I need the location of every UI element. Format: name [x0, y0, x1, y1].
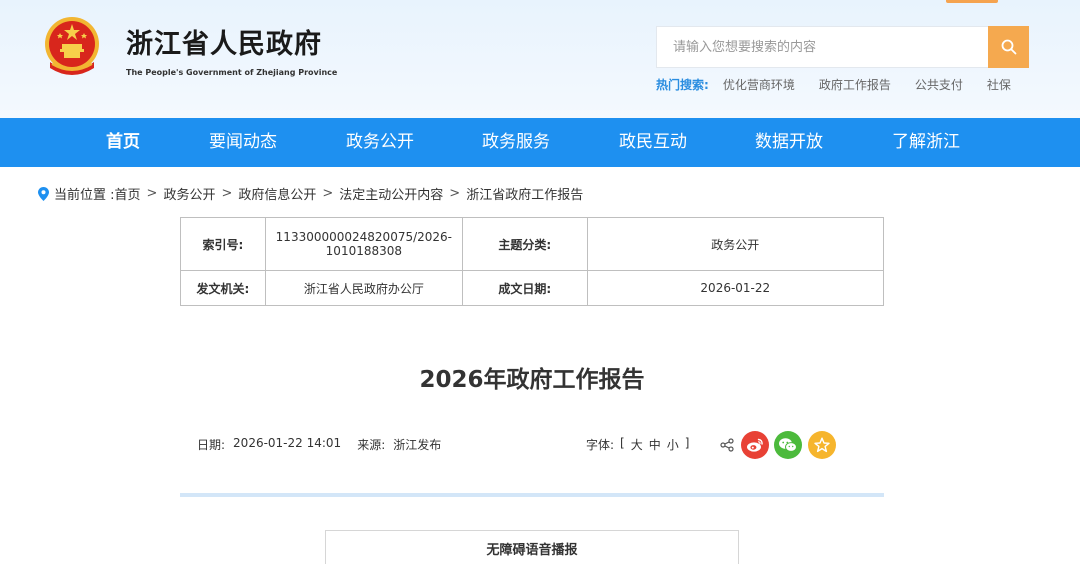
location-pin-icon	[38, 186, 49, 201]
hot-search-link[interactable]: 社保	[987, 76, 1011, 93]
wechat-icon	[779, 438, 797, 452]
nav-item-open-data[interactable]: 数据开放	[755, 118, 823, 167]
site-name[interactable]: 浙江省人民政府	[126, 22, 322, 61]
weibo-icon	[747, 438, 763, 452]
breadcrumb-separator: >	[221, 186, 233, 201]
table-row: 发文机关: 浙江省人民政府办公厅 成文日期: 2026-01-22	[180, 270, 885, 306]
share-icon[interactable]	[720, 438, 734, 452]
site-header: 浙江省人民政府 The People's Government of Zheji…	[0, 0, 1080, 118]
font-size-bracket-close: ]	[684, 436, 690, 450]
breadcrumb: 当前位置 : 首页 > 政务公开 > 政府信息公开 > 法定主动公开内容 > 浙…	[38, 184, 583, 203]
font-size-large-button[interactable]: 大	[631, 436, 643, 453]
breadcrumb-prefix: 当前位置 :	[54, 188, 115, 203]
search-box	[656, 26, 988, 68]
topic-category-label: 主题分类:	[461, 217, 588, 271]
search-icon	[1001, 39, 1016, 55]
article-meta: 日期: 2026-01-22 14:01 来源: 浙江发布	[197, 436, 441, 453]
breadcrumb-item[interactable]: 政府信息公开	[238, 184, 316, 203]
nav-item-gov-affairs-open[interactable]: 政务公开	[346, 118, 414, 167]
breadcrumb-item[interactable]: 首页	[115, 184, 141, 203]
main-nav: 首页 要闻动态 政务公开 政务服务 政民互动 数据开放 了解浙江	[0, 118, 1080, 167]
issuing-authority-value: 浙江省人民政府办公厅	[264, 270, 463, 306]
publish-date-label: 日期:	[197, 438, 226, 452]
document-date-value: 2026-01-22	[586, 270, 885, 306]
font-size-bracket-open: [	[620, 436, 625, 450]
issuing-authority-label: 发文机关:	[180, 270, 266, 306]
breadcrumb-separator: >	[146, 186, 158, 201]
site-name-en: The People's Government of Zhejiang Prov…	[126, 68, 338, 77]
national-emblem-icon[interactable]	[40, 14, 104, 80]
nav-item-about-zhejiang[interactable]: 了解浙江	[892, 118, 960, 167]
breadcrumb-item[interactable]: 浙江省政府工作报告	[466, 184, 583, 203]
share-weibo-button[interactable]	[741, 431, 769, 459]
breadcrumb-item[interactable]: 政务公开	[163, 184, 215, 203]
hot-search-row: 热门搜索: 优化营商环境 政府工作报告 公共支付 社保	[656, 76, 1035, 93]
breadcrumb-separator: >	[322, 186, 334, 201]
font-size-medium-button[interactable]: 中	[649, 436, 661, 453]
publish-date-value: 2026-01-22 14:01	[233, 436, 342, 450]
font-size-control: 字体: [ 大 中 小 ]	[586, 436, 689, 453]
hot-search-link[interactable]: 政府工作报告	[819, 76, 891, 93]
page: 浙江省人民政府 The People's Government of Zheji…	[0, 0, 1080, 564]
top-tab-marker[interactable]	[946, 0, 998, 3]
topic-category-value: 政务公开	[586, 217, 885, 271]
breadcrumb-item[interactable]: 法定主动公开内容	[339, 184, 443, 203]
share-wechat-button[interactable]	[774, 431, 802, 459]
nav-item-news[interactable]: 要闻动态	[209, 118, 277, 167]
table-row: 索引号: 113300000024820075/2026-1010188308 …	[180, 217, 885, 271]
hot-search-label: 热门搜索:	[656, 78, 709, 92]
nav-item-interaction[interactable]: 政民互动	[619, 118, 687, 167]
font-size-label: 字体:	[586, 438, 615, 452]
font-size-small-button[interactable]: 小	[667, 436, 679, 453]
nav-item-gov-services[interactable]: 政务服务	[482, 118, 550, 167]
search-input[interactable]	[657, 27, 988, 67]
article-title: 2026年政府工作报告	[419, 367, 645, 393]
index-number-label: 索引号:	[180, 217, 266, 271]
hot-search-link[interactable]: 公共支付	[915, 76, 963, 93]
source-label: 来源:	[357, 438, 386, 452]
accessibility-panel: 无障碍语音播报	[325, 530, 739, 564]
star-icon	[814, 437, 830, 453]
content-divider	[180, 493, 884, 497]
nav-item-home[interactable]: 首页	[106, 118, 140, 167]
favorite-button[interactable]	[808, 431, 836, 459]
breadcrumb-separator: >	[449, 186, 461, 201]
document-info-table: 索引号: 113300000024820075/2026-1010188308 …	[180, 217, 885, 306]
accessibility-voice-button[interactable]: 无障碍语音播报	[326, 539, 738, 558]
index-number-value: 113300000024820075/2026-1010188308	[264, 217, 463, 271]
source-value: 浙江发布	[393, 438, 442, 452]
hot-search-link[interactable]: 优化营商环境	[723, 76, 795, 93]
document-date-label: 成文日期:	[461, 270, 588, 306]
search-button[interactable]	[988, 26, 1029, 68]
